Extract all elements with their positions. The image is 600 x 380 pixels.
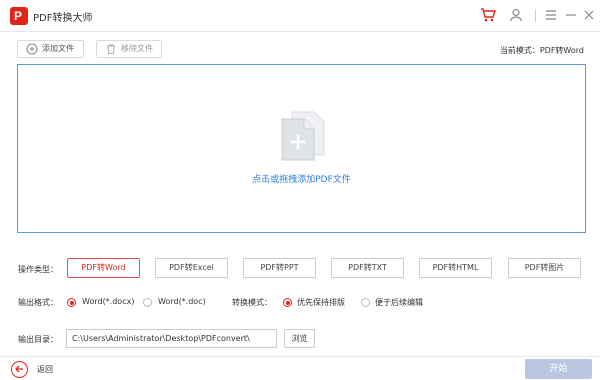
file-toolbar: 添加文件 移除文件 当前模式：PDF转Word [0, 32, 600, 64]
mode-easy-edit-radio[interactable] [361, 298, 370, 307]
menu-icon[interactable] [543, 7, 559, 23]
format-docx-label[interactable]: Word(*.docx) [82, 297, 134, 306]
output-format-label: 输出格式： [18, 298, 58, 307]
add-document-icon [281, 111, 325, 161]
logo-glyph: P [14, 9, 23, 23]
mode-easy-edit-label[interactable]: 便于后续编辑 [375, 297, 423, 308]
type-pdf-to-excel-button[interactable]: PDF转Excel [155, 258, 228, 278]
app-title: PDF转换大师 [33, 13, 93, 24]
format-mode-row: 输出格式： Word(*.docx) Word(*.doc) 转换模式： 优先保… [0, 296, 600, 310]
type-pdf-to-word-button[interactable]: PDF转Word [67, 258, 140, 278]
format-doc-label[interactable]: Word(*.doc) [158, 297, 206, 306]
type-pdf-to-html-button[interactable]: PDF转HTML [419, 258, 492, 278]
type-pdf-to-ppt-button[interactable]: PDF转PPT [243, 258, 316, 278]
back-button[interactable] [11, 361, 28, 378]
format-docx-radio[interactable] [67, 298, 76, 307]
start-button[interactable]: 开始 [525, 359, 592, 379]
close-icon[interactable] [581, 7, 597, 23]
add-circle-icon [26, 43, 38, 55]
type-pdf-to-txt-button[interactable]: PDF转TXT [331, 258, 404, 278]
operation-type-row: 操作类型： PDF转Word PDF转Excel PDF转PPT PDF转TXT… [0, 258, 600, 280]
format-doc-radio[interactable] [143, 298, 152, 307]
file-drop-zone[interactable]: 点击或拖拽添加PDF文件 [17, 64, 586, 233]
type-pdf-to-image-button[interactable]: PDF转图片 [508, 258, 581, 278]
output-dir-label: 输出目录： [18, 335, 58, 344]
add-file-button[interactable]: 添加文件 [17, 40, 84, 58]
bottom-bar: 返回 开始 [0, 356, 600, 380]
output-dir-input[interactable]: C:\Users\Administrator\Desktop\PDFconver… [66, 329, 277, 348]
titlebar-separator [535, 9, 536, 22]
add-file-label: 添加文件 [42, 44, 74, 53]
arrow-left-icon [15, 365, 23, 373]
mode-keep-layout-label[interactable]: 优先保持排版 [297, 297, 345, 308]
operation-type-label: 操作类型： [18, 265, 58, 274]
app-logo: P [10, 7, 28, 25]
user-icon[interactable] [508, 7, 524, 23]
title-bar: P PDF转换大师 [0, 0, 600, 32]
browse-button[interactable]: 浏览 [284, 329, 315, 348]
convert-mode-label: 转换模式： [232, 298, 272, 307]
cart-icon[interactable] [480, 7, 496, 23]
back-label[interactable]: 返回 [37, 364, 53, 375]
minimize-icon[interactable] [563, 7, 579, 23]
mode-keep-layout-radio[interactable] [283, 298, 292, 307]
drop-zone-hint: 点击或拖拽添加PDF文件 [252, 175, 351, 185]
current-mode-label: 当前模式：PDF转Word [499, 46, 584, 55]
remove-file-label: 移除文件 [121, 44, 153, 53]
trash-icon [107, 44, 115, 54]
remove-file-button[interactable]: 移除文件 [96, 40, 162, 58]
